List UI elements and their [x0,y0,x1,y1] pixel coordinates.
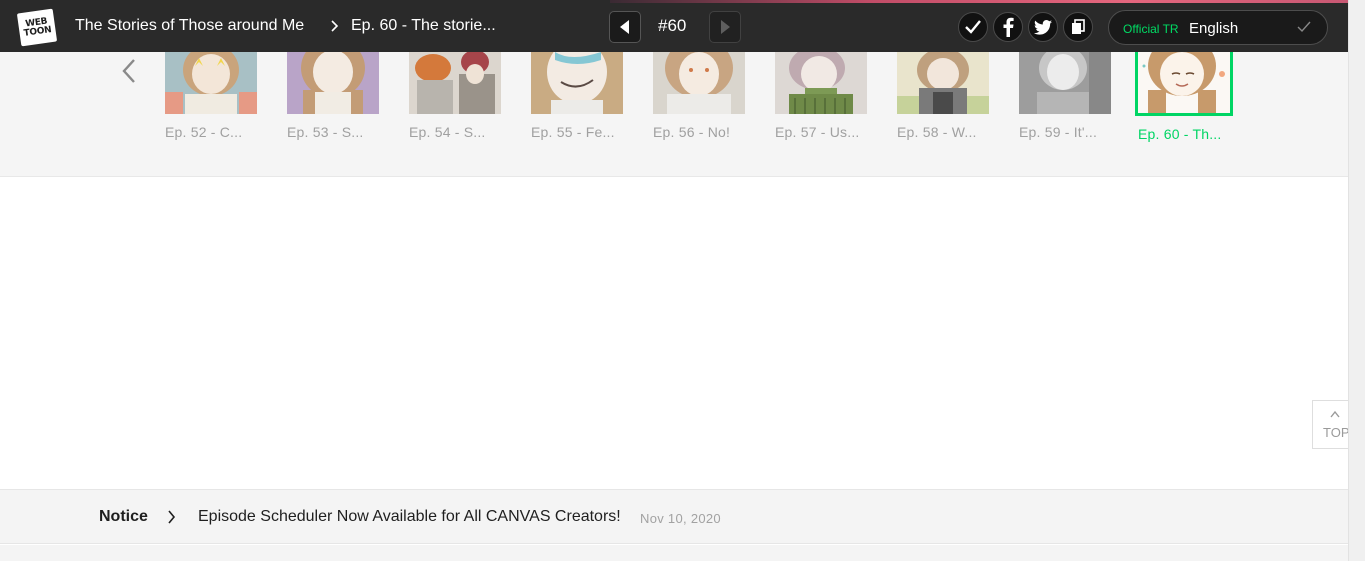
episode-item-60-current[interactable]: Ep. 60 - Th... [1135,52,1233,142]
episode-label: Ep. 54 - S... [409,124,486,140]
episode-number: #60 [658,16,687,35]
notice-bar: Notice Episode Scheduler Now Available f… [0,489,1348,544]
language-selector[interactable]: Official TR English [1108,10,1328,45]
episode-item-52[interactable]: Ep. 52 - C... [165,52,257,140]
webtoon-logo[interactable]: WEB TOON [16,8,58,47]
episode-item-59[interactable]: Ep. 59 - It'... [1019,52,1111,140]
next-episode-button[interactable] [709,11,741,43]
episode-label: Ep. 57 - Us... [775,124,860,140]
scroll-left-chevron-icon[interactable] [120,58,138,84]
chevron-up-icon [1330,410,1340,418]
notice-link[interactable]: Episode Scheduler Now Available for All … [198,508,621,526]
facebook-icon [1003,17,1014,37]
episode-thumbnail [775,52,867,114]
copy-link-icon [1072,19,1085,34]
vertical-scrollbar[interactable] [1348,0,1365,561]
episode-label: Ep. 56 - No! [653,124,731,140]
footer-area [0,545,1348,561]
language-name: English [1189,20,1239,37]
episode-thumbnail [531,52,623,114]
triangle-left-icon [620,20,629,34]
episode-thumbnail [1019,52,1111,114]
episode-item-57[interactable]: Ep. 57 - Us... [775,52,867,140]
episode-item-58[interactable]: Ep. 58 - W... [897,52,989,140]
episode-item-53[interactable]: Ep. 53 - S... [287,52,379,140]
previous-episode-button[interactable] [609,11,641,43]
header-banner-strip [610,0,1348,3]
subscribe-button[interactable] [958,12,988,42]
episode-thumbnail [287,52,379,114]
episode-item-55[interactable]: Ep. 55 - Fe... [531,52,623,140]
episode-item-54[interactable]: Ep. 54 - S... [409,52,501,140]
facebook-share-button[interactable] [993,12,1023,42]
twitter-share-button[interactable] [1028,12,1058,42]
episode-label: Ep. 59 - It'... [1019,124,1098,140]
episode-thumbnail [897,52,989,114]
episode-thumbnail [1135,52,1233,116]
episode-item-56[interactable]: Ep. 56 - No! [653,52,745,140]
twitter-icon [1034,19,1052,35]
notice-date: Nov 10, 2020 [640,511,721,526]
top-label: TOP [1323,425,1350,440]
copy-link-button[interactable] [1063,12,1093,42]
episode-thumbnail [653,52,745,114]
episode-label: Ep. 55 - Fe... [531,124,615,140]
episode-thumbnail [409,52,501,114]
episode-label: Ep. 60 - Th... [1138,126,1222,142]
scroll-to-top-button[interactable]: TOP [1312,400,1350,449]
episode-list-strip: Ep. 52 - C... Ep. 53 - S... Ep. 54 - S..… [0,52,1348,177]
series-title-link[interactable]: The Stories of Those around Me [75,17,304,35]
notice-label[interactable]: Notice [99,508,148,526]
chevron-right-icon [168,510,176,524]
episode-label: Ep. 58 - W... [897,124,977,140]
breadcrumb-chevron-icon [331,20,339,32]
episode-label: Ep. 53 - S... [287,124,364,140]
check-icon [1297,21,1311,33]
triangle-right-icon [721,20,730,34]
logo-text-toon: TOON [23,24,53,39]
official-translation-badge: Official TR [1123,22,1179,36]
top-bar: WEB TOON The Stories of Those around Me … [0,0,1348,52]
episode-thumbnail [165,52,257,114]
check-icon [965,20,981,34]
episode-title: Ep. 60 - The storie... [351,17,496,34]
episode-label: Ep. 52 - C... [165,124,243,140]
